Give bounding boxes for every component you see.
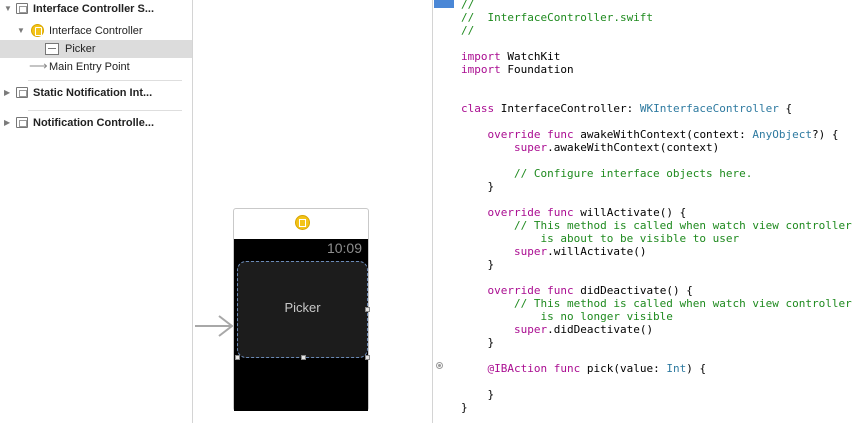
code-line[interactable]: } bbox=[461, 258, 494, 271]
outline-scene-static-notification[interactable]: ▶ Static Notification Int... bbox=[0, 84, 192, 102]
code-line[interactable]: override func awakeWithContext(context: … bbox=[461, 128, 839, 141]
ibaction-connection-icon[interactable] bbox=[436, 362, 443, 369]
separator bbox=[28, 80, 182, 81]
code-line[interactable]: is no longer visible bbox=[461, 310, 672, 323]
code-line[interactable]: // This method is called when watch view… bbox=[461, 219, 852, 232]
code-line[interactable]: // bbox=[461, 0, 474, 11]
code-line[interactable]: super.awakeWithContext(context) bbox=[461, 141, 719, 154]
picker-icon bbox=[45, 43, 59, 55]
code-line[interactable]: import WatchKit bbox=[461, 50, 560, 63]
interface-controller-scene[interactable]: 10:09 Picker bbox=[233, 208, 370, 411]
outline-scene-notification-controller[interactable]: ▶ Notification Controlle... bbox=[0, 114, 192, 132]
disclosure-open-icon[interactable]: ▼ bbox=[4, 0, 12, 18]
scene-icon bbox=[16, 87, 28, 98]
outline-label: Interface Controller S... bbox=[33, 3, 155, 15]
code-line[interactable]: } bbox=[461, 336, 494, 349]
line-marker bbox=[434, 0, 454, 8]
resize-handle[interactable] bbox=[365, 355, 370, 360]
code-line[interactable]: // InterfaceController.swift bbox=[461, 11, 653, 24]
resize-handle[interactable] bbox=[365, 307, 370, 312]
code-line[interactable]: override func didDeactivate() { bbox=[461, 284, 693, 297]
outline-picker[interactable]: Picker bbox=[0, 40, 192, 58]
code-line[interactable]: override func willActivate() { bbox=[461, 206, 687, 219]
watch-screen[interactable]: 10:09 Picker bbox=[234, 239, 370, 411]
outline-label: Notification Controlle... bbox=[33, 117, 154, 129]
interface-controller-icon[interactable] bbox=[295, 215, 310, 230]
outline-label: Interface Controller bbox=[49, 25, 143, 37]
code-line[interactable]: is about to be visible to user bbox=[461, 232, 739, 245]
scene-icon bbox=[16, 117, 28, 128]
code-line[interactable]: super.didDeactivate() bbox=[461, 323, 653, 336]
code-line[interactable]: class InterfaceController: WKInterfaceCo… bbox=[461, 102, 792, 115]
code-line[interactable]: } bbox=[461, 180, 494, 193]
outline-label: Picker bbox=[65, 43, 96, 55]
resize-handle[interactable] bbox=[301, 355, 306, 360]
entry-arrow-icon: ⟶ bbox=[29, 58, 48, 73]
editor-divider[interactable] bbox=[432, 0, 433, 423]
code-line[interactable]: import Foundation bbox=[461, 63, 574, 76]
disclosure-closed-icon[interactable]: ▶ bbox=[4, 84, 10, 102]
disclosure-open-icon[interactable]: ▼ bbox=[17, 22, 25, 40]
outline-label: Static Notification Int... bbox=[33, 87, 153, 99]
disclosure-closed-icon[interactable]: ▶ bbox=[4, 114, 10, 132]
code-line[interactable]: } bbox=[461, 388, 494, 401]
interface-controller-icon bbox=[31, 24, 44, 37]
code-line[interactable]: // Configure interface objects here. bbox=[461, 167, 752, 180]
outline-label: Main Entry Point bbox=[49, 61, 130, 73]
code-line[interactable]: } bbox=[461, 401, 468, 414]
code-line[interactable]: @IBAction func pick(value: Int) { bbox=[461, 362, 707, 375]
document-outline: ▼ Interface Controller S... ▼ Interface … bbox=[0, 0, 193, 423]
outline-scene-interface-controller[interactable]: ▼ Interface Controller S... bbox=[0, 0, 192, 18]
code-line[interactable]: super.willActivate() bbox=[461, 245, 646, 258]
code-line[interactable]: // This method is called when watch view… bbox=[461, 297, 852, 310]
status-time: 10:09 bbox=[326, 240, 362, 256]
outline-main-entry-point[interactable]: ⟶ Main Entry Point bbox=[0, 58, 192, 76]
picker-label: Picker bbox=[284, 300, 321, 315]
main-entry-arrow-icon[interactable] bbox=[195, 314, 235, 338]
storyboard-canvas[interactable]: 10:09 Picker bbox=[193, 0, 432, 423]
code-line[interactable]: // bbox=[461, 24, 474, 37]
scene-icon bbox=[16, 3, 28, 14]
picker-element[interactable]: Picker bbox=[235, 261, 370, 360]
outline-interface-controller[interactable]: ▼ Interface Controller bbox=[0, 22, 192, 40]
separator bbox=[28, 110, 182, 111]
resize-handle[interactable] bbox=[235, 355, 240, 360]
